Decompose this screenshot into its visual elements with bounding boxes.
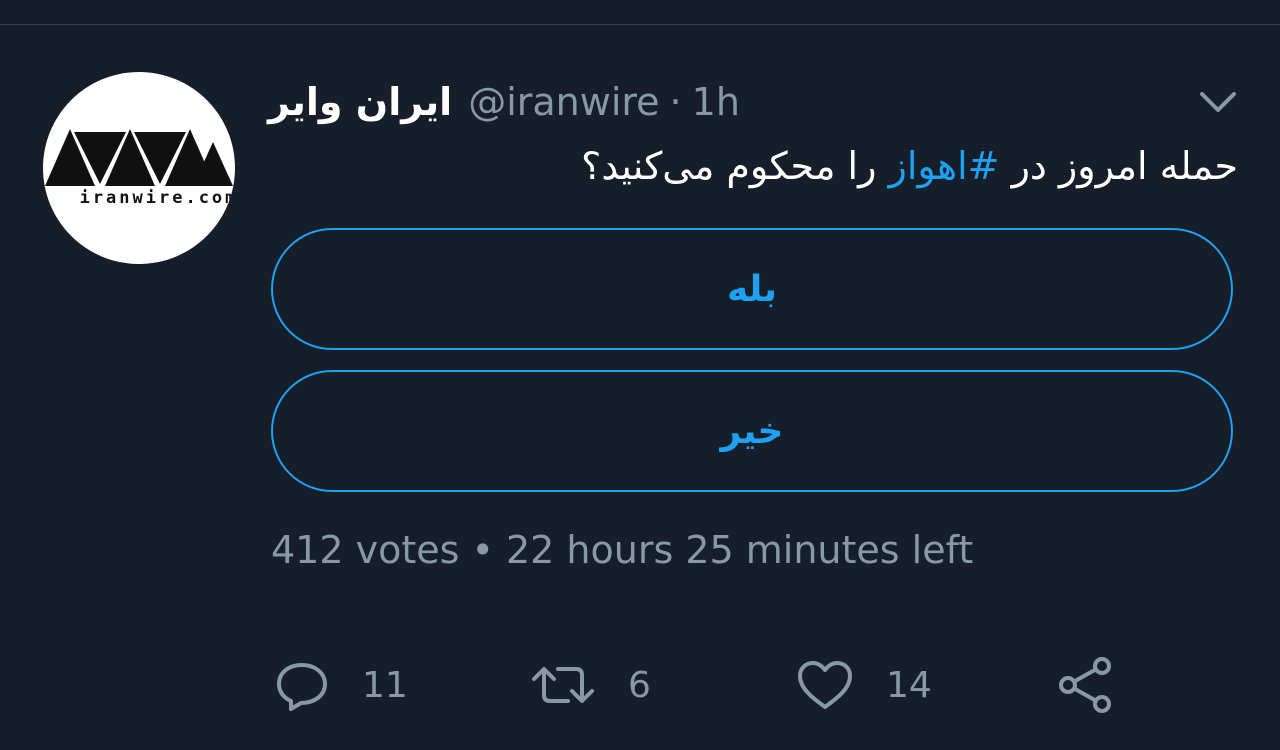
avatar[interactable]: iranwire.com [43,72,235,264]
poll-option-no[interactable]: خیر [271,370,1233,492]
like-count: 14 [886,664,932,706]
top-divider [0,24,1280,25]
share-button[interactable] [1056,650,1116,720]
tweet-timestamp[interactable]: 1h [692,80,740,124]
poll-option-label: خیر [720,410,784,452]
tweet-header: ایران وایر @iranwire · 1h [268,74,740,130]
poll-meta: 412 votes • 22 hours 25 minutes left [271,528,974,572]
poll-option-label: بله [726,268,778,310]
action-bar: 11 6 14 [0,650,1280,720]
avatar-logo-text: iranwire.com [79,188,235,208]
tweet-text: حمله امروز در #اهواز را محکوم می‌کنید؟ [268,136,1238,196]
hashtag-link[interactable]: #اهواز [889,144,1000,188]
retweet-count: 6 [628,664,651,706]
reply-icon [277,663,327,711]
author-display-name[interactable]: ایران وایر [268,80,452,124]
tweet-text-after: را محکوم می‌کنید؟ [581,144,889,188]
retweet-button[interactable]: 6 [530,650,651,720]
like-button[interactable]: 14 [796,650,932,720]
retweet-icon [532,667,594,703]
author-handle[interactable]: @iranwire [468,80,659,124]
share-icon [1059,657,1111,713]
reply-button[interactable]: 11 [274,650,408,720]
poll-option-yes[interactable]: بله [271,228,1233,350]
header-separator: · [669,80,682,124]
reply-count: 11 [362,664,408,706]
tweet-text-before: حمله امروز در [999,144,1238,188]
iranwire-logo-icon [45,129,233,186]
heart-icon [798,661,852,709]
chevron-down-icon[interactable] [1196,84,1240,120]
